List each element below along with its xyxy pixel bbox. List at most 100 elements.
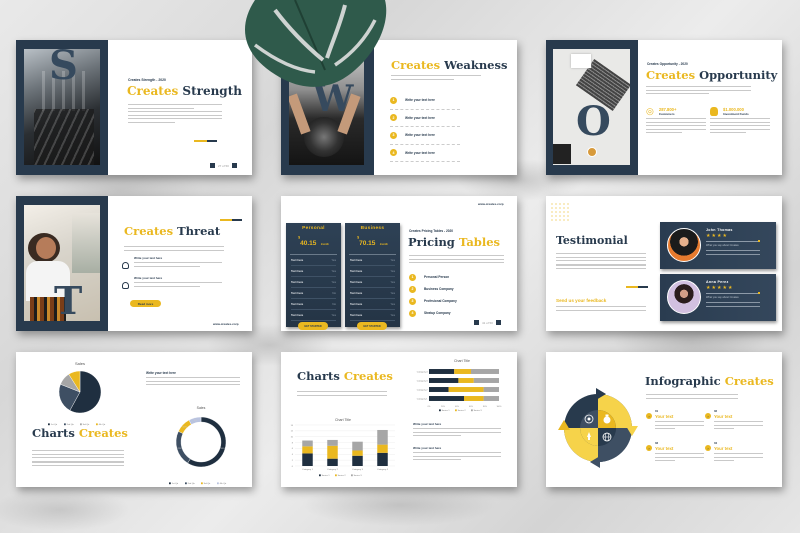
bar-segment [473, 378, 499, 383]
get-started-button[interactable]: GET STARTED [357, 322, 387, 330]
bar-segment [454, 369, 471, 374]
prev-page-button[interactable] [210, 163, 215, 168]
list-item: 2 Write your text here [390, 110, 460, 127]
y-tick-label: Category 2 [417, 388, 428, 391]
legend-label: Series 1 [442, 409, 451, 412]
get-started-button[interactable]: GET STARTED [298, 322, 328, 330]
note-heading: Write your text here [413, 446, 442, 450]
chevron-right-icon: › [646, 445, 652, 451]
reviewer-name: John Thomas [706, 228, 733, 232]
feature-item: 2 Business Company [409, 283, 457, 295]
slide-creates-weakness[interactable]: W Creates Weakness 1 Write your text her… [281, 40, 517, 175]
title-main: Weakness [444, 58, 508, 72]
plan-name: Personal [302, 226, 325, 231]
read-more-button[interactable]: Read more [130, 300, 161, 307]
info-item: 03 › Your text [646, 441, 704, 464]
slide-creates-opportunity[interactable]: O Creates Opportunity - 2020 Creates Opp… [546, 40, 782, 175]
slide-title: Charts Creates [32, 426, 128, 440]
slide-infographic[interactable]: Infographic Creates 01 › Your text 02 › … [546, 352, 782, 487]
item-heading: Write your text here [134, 276, 163, 280]
slide-title: Creates Strength [127, 84, 242, 98]
next-page-button[interactable] [495, 320, 501, 325]
title-accent: Creates [646, 68, 696, 82]
next-page-button[interactable] [231, 163, 237, 168]
feedback-text [556, 304, 646, 313]
row-value: Yes [390, 258, 395, 262]
slide-charts-bar[interactable]: Charts Creates Chart Title 0 2 4 6 8 10 12 14 Cat… [281, 352, 517, 487]
slide-creates-threat[interactable]: T Creates Threat Write your text here Wr… [16, 196, 252, 331]
body-text [128, 102, 222, 125]
review-subtitle: What you say about Creates [706, 296, 739, 299]
bar-segment [327, 458, 338, 466]
x-tick-label: 100% [496, 406, 501, 408]
legend-label: Series 3 [354, 474, 363, 477]
row-label: Text here [350, 302, 363, 306]
item-label: Write your text here [405, 133, 435, 138]
kicker: Creates Pricing Tables - 2020 [409, 229, 454, 233]
bar-segment [327, 439, 338, 446]
title-main: Pricing [408, 235, 455, 249]
number-badge: 2 [390, 114, 397, 122]
row-label: Text here [350, 269, 363, 273]
item-text [714, 421, 763, 430]
feature-label: Profesional Company [424, 299, 457, 303]
pager[interactable]: 41 of 50 [474, 320, 501, 325]
user-icon [122, 282, 129, 289]
bar-segment [429, 369, 455, 374]
plan-rows: Text here Yes Text here Yes Text here Yes Text… [286, 255, 341, 321]
chevron-right-icon: › [646, 413, 652, 419]
bar-segment [327, 445, 338, 459]
pager[interactable]: 27 of 50 [210, 163, 237, 168]
feature-label: Stratup Company [424, 311, 451, 315]
chart-title: Chart Title [454, 359, 470, 363]
slide-testimonial[interactable]: Testimonial Send us your feedback John T… [546, 196, 782, 331]
website-url: www.creates.corp [478, 202, 504, 206]
donut-chart: Sales 59% 23% 10% 8% 1st Qtr 2nd Qtr 3rd Qtr 4th… [169, 406, 227, 485]
plan-name: Business [360, 226, 385, 231]
prev-page-button[interactable] [474, 320, 479, 325]
row-value: Yes [390, 280, 395, 284]
horizontal-bar-chart: Chart Title Category 4 Category 3 Category … [417, 359, 502, 412]
legend-swatch [201, 482, 203, 485]
row-value: Yes [390, 291, 395, 295]
list-item: 3 Write your text here [390, 127, 460, 145]
row-label: Text here [291, 258, 304, 262]
legend-label: Series 3 [474, 409, 483, 412]
legend-swatch [439, 409, 441, 412]
row-label: Text here [291, 291, 304, 295]
number-badge: 1 [409, 273, 416, 281]
slide-pricing-tables[interactable]: www.creates.corp Personal $40.15 /month … [281, 196, 517, 331]
item-title: Your text [714, 413, 733, 419]
slide-creates-strength[interactable]: S Creates Strength - 2020 Creates Streng… [16, 40, 252, 175]
feature-item: 1 Personal Person [409, 271, 457, 283]
legend-swatch [319, 474, 321, 477]
slide-charts-pie[interactable]: Sales 1st Qtr 2nd Qtr 3rd Qtr 4th Qtr Charts… [16, 352, 252, 487]
legend-swatch [217, 482, 219, 485]
slide-title: Infographic Creates [645, 374, 774, 388]
y-tick-label: 2 [292, 460, 294, 462]
x-tick-label: 40% [455, 406, 459, 408]
body-text [32, 448, 124, 468]
star-icon: ★ [727, 285, 734, 291]
slide-title: Pricing Tables [408, 235, 500, 249]
data-label: 59% [220, 448, 224, 450]
item-title: Your text [714, 445, 733, 451]
title-accent: Creates [78, 426, 128, 440]
row-value: Yes [390, 302, 395, 306]
legend-swatch [169, 482, 171, 485]
divider [706, 241, 760, 242]
number-badge: 4 [409, 309, 416, 317]
kicker: Creates Opportunity - 2020 [647, 62, 688, 66]
body-text [556, 251, 646, 271]
item-heading: Write your text here [134, 256, 163, 260]
bar-segment [483, 387, 499, 392]
row-label: Text here [350, 313, 363, 317]
title-accent: Creates [124, 224, 174, 238]
stacked-bar-chart: Chart Title 0 2 4 6 8 10 12 14 Category 1 Category… [291, 418, 395, 477]
info-item: 02 › Your text [705, 409, 763, 432]
y-tick-label: 6 [292, 448, 294, 450]
item-title: Your text [655, 413, 674, 419]
stat-customers: ◎ 287.800+ Customers [646, 107, 706, 136]
note-text [413, 452, 501, 461]
bar-segment [471, 369, 499, 374]
